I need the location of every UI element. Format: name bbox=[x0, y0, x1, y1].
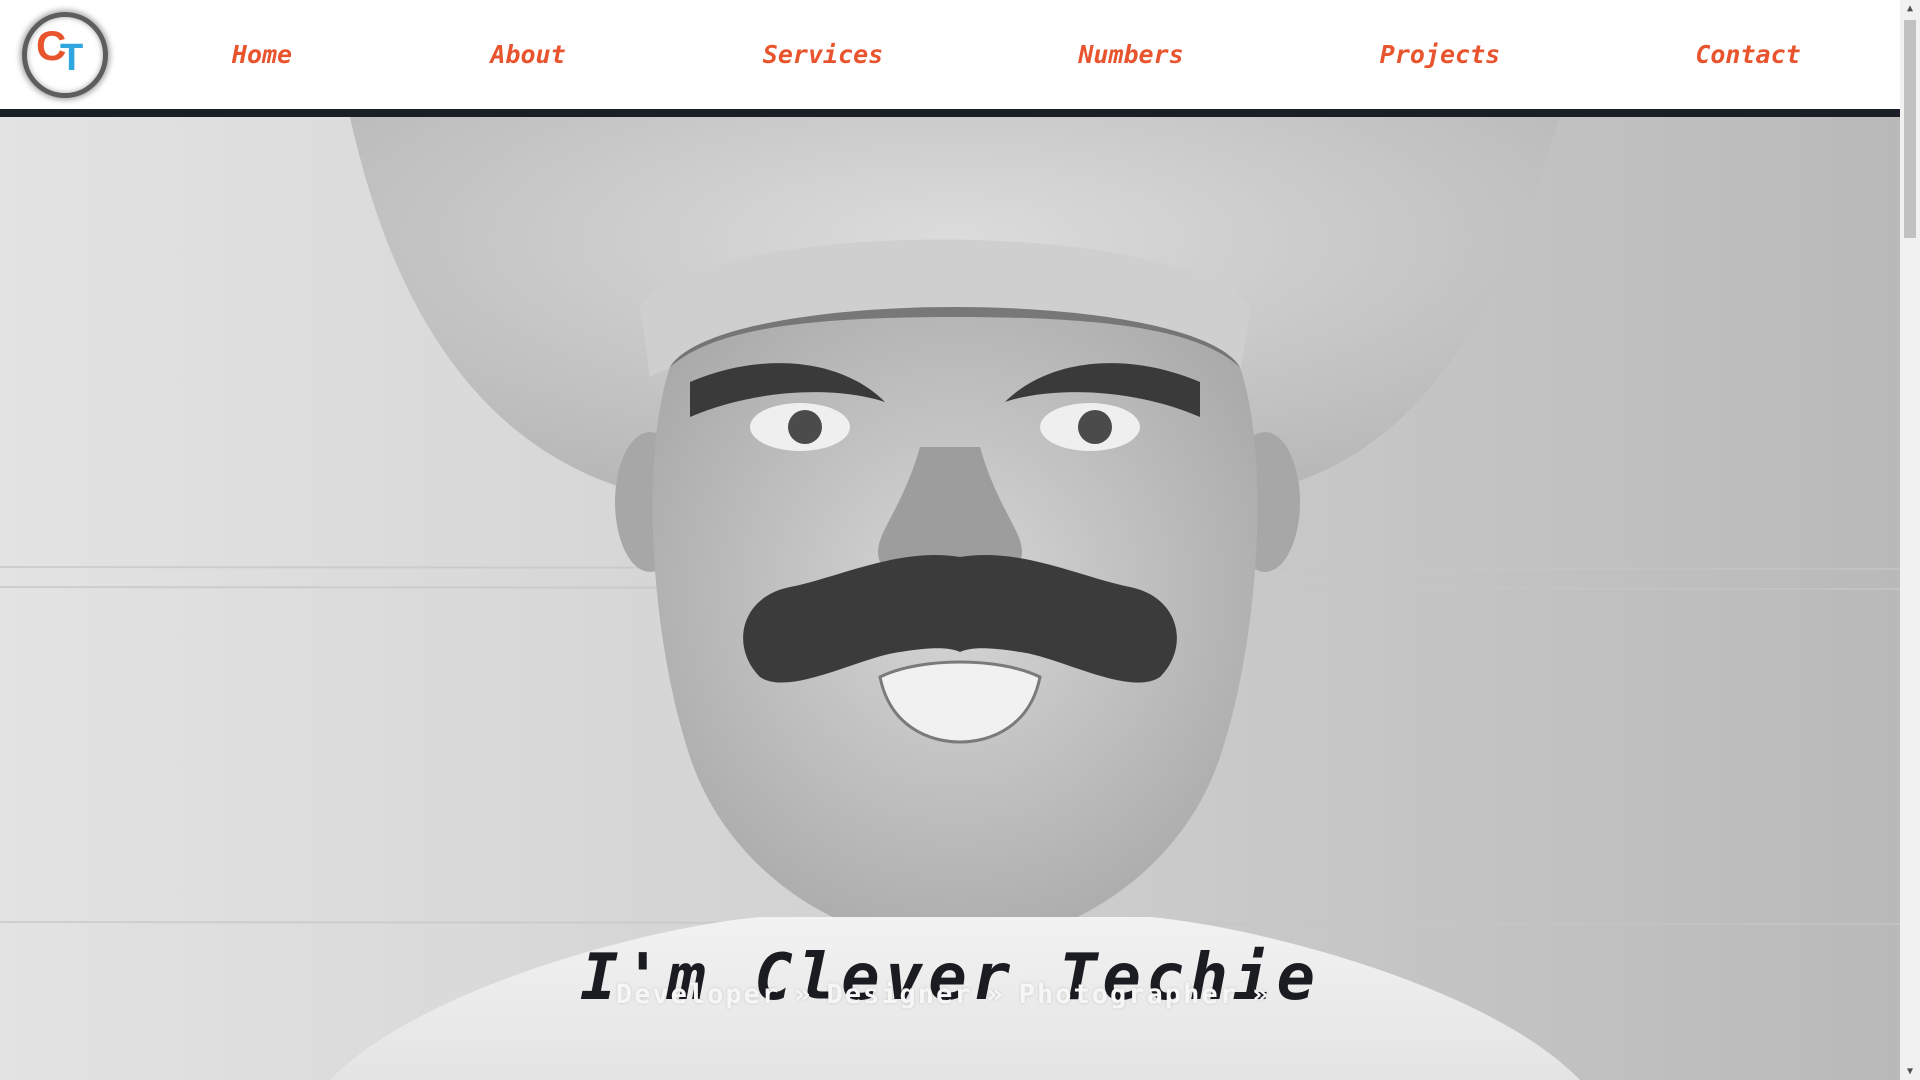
nav-item-numbers[interactable]: Numbers bbox=[1078, 38, 1183, 72]
hero-roles: Developer » Designer » Photographer » bbox=[0, 977, 1900, 1013]
scroll-thumb[interactable] bbox=[1904, 20, 1916, 238]
main-nav: Home About Services Numbers Projects Con… bbox=[0, 0, 1900, 109]
vertical-scrollbar[interactable]: ▲ ▼ bbox=[1900, 0, 1920, 1080]
scroll-up-icon[interactable]: ▲ bbox=[1900, 0, 1920, 17]
role-photographer: Photographer bbox=[1018, 979, 1238, 1010]
nav-item-about[interactable]: About bbox=[490, 38, 565, 72]
hero-section: I'm Clever Techie Developer» Designer» Pho… bbox=[0, 117, 1900, 1080]
right-pupil bbox=[1078, 410, 1112, 444]
nav-item-services[interactable]: Services bbox=[763, 38, 883, 72]
separator-icon: » bbox=[794, 979, 813, 1010]
role-developer: Developer bbox=[615, 979, 781, 1010]
role-designer: Designer bbox=[826, 979, 973, 1010]
scroll-down-icon[interactable]: ▼ bbox=[1900, 1063, 1920, 1080]
page: C T Home About Services Numbers Projects… bbox=[0, 0, 1900, 1080]
header-divider bbox=[0, 109, 1900, 117]
site-header: C T Home About Services Numbers Projects… bbox=[0, 0, 1900, 109]
nav-item-projects[interactable]: Projects bbox=[1380, 38, 1500, 72]
nav-item-contact[interactable]: Contact bbox=[1695, 38, 1800, 72]
left-pupil bbox=[788, 410, 822, 444]
nav-item-home[interactable]: Home bbox=[232, 38, 292, 72]
portrait-photo-icon bbox=[0, 117, 1900, 1080]
separator-icon: » bbox=[1251, 979, 1271, 1010]
separator-icon: » bbox=[986, 979, 1005, 1010]
